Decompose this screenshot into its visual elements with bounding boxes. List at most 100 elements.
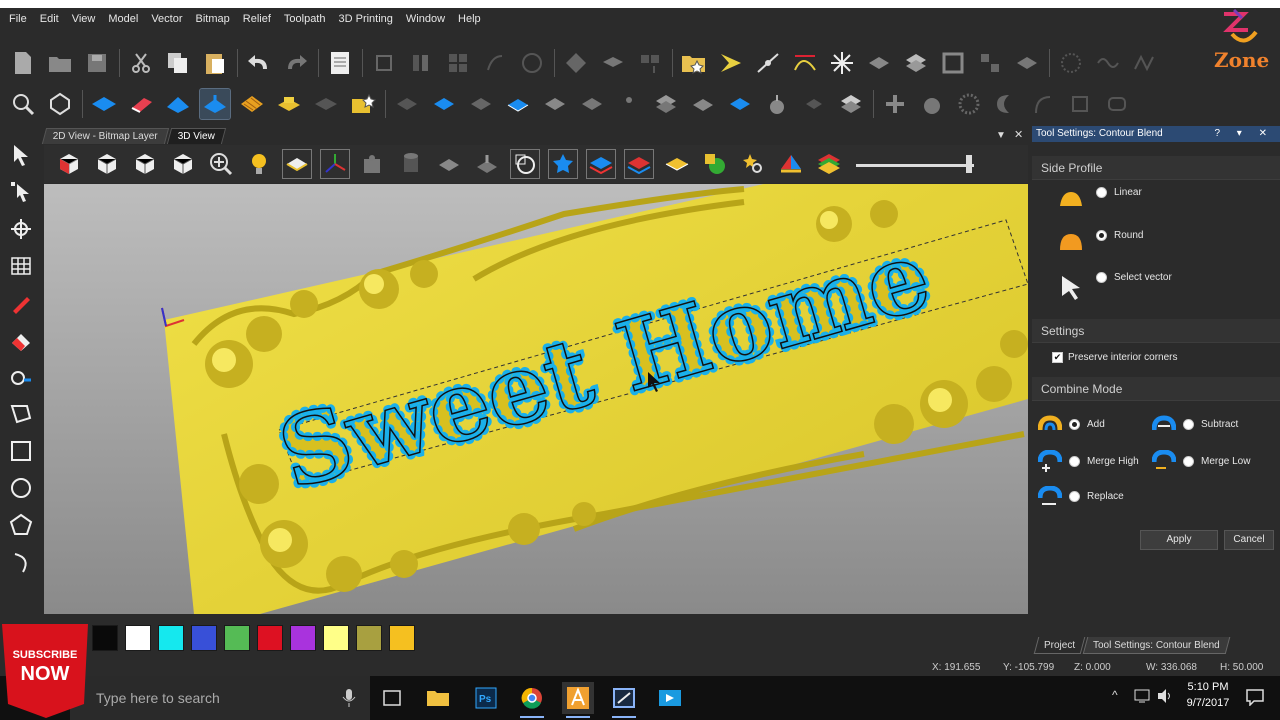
3d-viewport[interactable]: Sweet Home Sweet Home xyxy=(44,184,1028,614)
cancel-button[interactable]: Cancel xyxy=(1224,530,1274,550)
blue-star-icon[interactable] xyxy=(548,149,578,179)
paste-icon[interactable] xyxy=(200,48,230,78)
blue-diamond-2-icon[interactable] xyxy=(725,89,755,119)
radio-merge-low[interactable]: Merge Low xyxy=(1183,456,1250,467)
square-outline-icon[interactable] xyxy=(1065,89,1095,119)
swatch-blue[interactable] xyxy=(191,625,217,651)
select-arrow-icon[interactable] xyxy=(6,140,36,170)
two-rail-sweep-icon[interactable] xyxy=(163,89,193,119)
contour-blend-icon[interactable] xyxy=(199,88,231,120)
add-cross-icon[interactable] xyxy=(880,89,910,119)
weave-icon[interactable] xyxy=(901,48,931,78)
chrome-icon[interactable] xyxy=(516,682,548,718)
gold-relief-icon[interactable] xyxy=(274,89,304,119)
tab-2d-view[interactable]: 2D View - Bitmap Layer xyxy=(41,128,170,144)
radio-select-vector[interactable]: Select vector xyxy=(1096,272,1172,283)
texture-icon[interactable] xyxy=(237,89,267,119)
top-view-icon[interactable] xyxy=(92,149,122,179)
swatch-red[interactable] xyxy=(257,625,283,651)
grid-icon[interactable] xyxy=(443,48,473,78)
menu-view[interactable]: View xyxy=(72,13,96,25)
plunge-icon[interactable] xyxy=(762,89,792,119)
bevel-icon[interactable] xyxy=(864,48,894,78)
clock-shape-icon[interactable] xyxy=(510,149,540,179)
network-icon[interactable] xyxy=(1134,688,1152,707)
bulb-shape-icon[interactable] xyxy=(917,89,947,119)
radio-replace[interactable]: Replace xyxy=(1069,491,1124,502)
preserve-check-box[interactable]: ✔ xyxy=(1052,352,1063,363)
notifications-icon[interactable] xyxy=(1246,688,1264,709)
microphone-icon[interactable] xyxy=(342,688,356,711)
zigzag-icon[interactable] xyxy=(1130,48,1160,78)
swatch-black[interactable] xyxy=(92,625,118,651)
puzzle-icon[interactable] xyxy=(358,149,388,179)
rectangle-icon[interactable] xyxy=(6,436,36,466)
blue-diamond-icon[interactable] xyxy=(429,89,459,119)
radio-subtract[interactable]: Subtract xyxy=(1183,419,1238,430)
menu-3d-printing[interactable]: 3D Printing xyxy=(338,13,392,25)
node-select-icon[interactable] xyxy=(6,177,36,207)
front-view-icon[interactable] xyxy=(130,149,160,179)
axes-icon[interactable] xyxy=(320,149,350,179)
right-view-icon[interactable] xyxy=(168,149,198,179)
create-shape-icon[interactable] xyxy=(89,89,119,119)
eraser-relief-icon[interactable] xyxy=(126,89,156,119)
gray-diamond-icon[interactable] xyxy=(466,89,496,119)
zoom-box-icon[interactable] xyxy=(8,89,38,119)
shape-icon[interactable] xyxy=(45,89,75,119)
aspire-app-icon[interactable] xyxy=(562,682,594,718)
task-view-icon[interactable] xyxy=(376,682,408,714)
dot-icon[interactable] xyxy=(614,89,644,119)
radio-add-dot[interactable] xyxy=(1069,419,1080,430)
tab-tool-settings[interactable]: Tool Settings: Contour Blend xyxy=(1082,637,1231,654)
file-explorer-icon[interactable] xyxy=(422,682,454,714)
radio-round[interactable]: Round xyxy=(1096,230,1143,241)
mold-icon[interactable] xyxy=(540,89,570,119)
layer-down-icon[interactable] xyxy=(635,48,665,78)
notes-icon[interactable] xyxy=(325,48,355,78)
tab-3d-view[interactable]: 3D View xyxy=(166,128,227,144)
subscribe-badge[interactable]: SUBSCRIBE NOW xyxy=(0,620,90,720)
cylinder-icon[interactable] xyxy=(396,149,426,179)
star-burst-icon[interactable] xyxy=(827,48,857,78)
swatch-purple[interactable] xyxy=(290,625,316,651)
radio-linear-dot[interactable] xyxy=(1096,187,1107,198)
blue-plane-icon[interactable] xyxy=(586,149,616,179)
mesh-grid-icon[interactable] xyxy=(6,251,36,281)
folder-star-icon[interactable] xyxy=(679,48,709,78)
open-folder-icon[interactable] xyxy=(45,48,75,78)
job-size-icon[interactable] xyxy=(369,48,399,78)
radio-round-dot[interactable] xyxy=(1096,230,1107,241)
tab-project[interactable]: Project xyxy=(1033,637,1086,654)
radio-merge-low-dot[interactable] xyxy=(1183,456,1194,467)
taskbar-search-box[interactable]: Type here to search xyxy=(70,676,370,720)
relief-flat-icon[interactable] xyxy=(311,89,341,119)
menu-bitmap[interactable]: Bitmap xyxy=(196,13,230,25)
zoom-extents-icon[interactable] xyxy=(206,149,236,179)
vector-arrow-icon[interactable] xyxy=(716,48,746,78)
swatch-green[interactable] xyxy=(224,625,250,651)
radio-add[interactable]: Add xyxy=(1069,419,1105,430)
relief-model[interactable]: Sweet Home Sweet Home xyxy=(44,184,1028,614)
tray-chevron-icon[interactable]: ^ xyxy=(1112,688,1118,702)
preserve-interior-checkbox[interactable]: ✔ Preserve interior corners xyxy=(1052,352,1177,363)
stack-icon[interactable] xyxy=(651,89,681,119)
cut-icon[interactable] xyxy=(126,48,156,78)
gear-disc-icon[interactable] xyxy=(954,89,984,119)
gold-plane-icon[interactable] xyxy=(662,149,692,179)
blue-layer-icon[interactable] xyxy=(503,89,533,119)
iso-view-icon[interactable] xyxy=(54,149,84,179)
dark-diamond-icon[interactable] xyxy=(392,89,422,119)
menu-toolpath[interactable]: Toolpath xyxy=(284,13,326,25)
taskbar-clock[interactable]: 5:10 PM 9/7/2017 xyxy=(1178,679,1238,711)
redo-icon[interactable] xyxy=(281,48,311,78)
smudge-icon[interactable] xyxy=(6,362,36,392)
slider-thumb[interactable] xyxy=(966,155,972,173)
curve-tool-icon[interactable] xyxy=(1028,89,1058,119)
circle-icon[interactable] xyxy=(6,473,36,503)
red-plane-icon[interactable] xyxy=(624,149,654,179)
radio-merge-high[interactable]: Merge High xyxy=(1069,456,1139,467)
node-tool-icon[interactable] xyxy=(753,48,783,78)
lighting-bulb-icon[interactable] xyxy=(244,149,274,179)
radio-linear[interactable]: Linear xyxy=(1096,187,1142,198)
